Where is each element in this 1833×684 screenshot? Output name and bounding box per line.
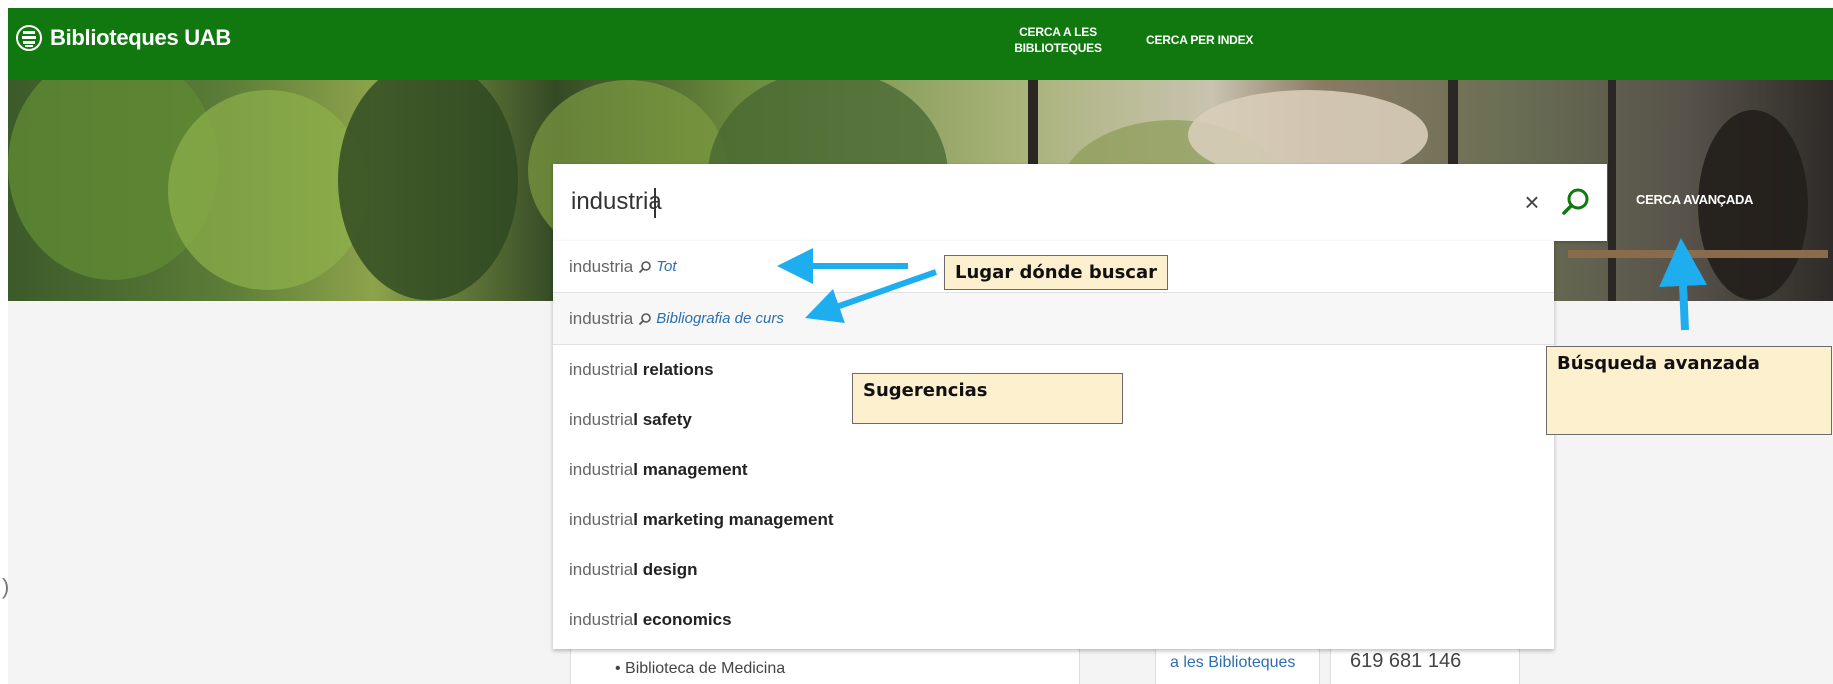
suggestion-completion: l safety xyxy=(633,410,692,429)
search-box: × xyxy=(553,164,1607,241)
annotation-scope: Lugar dónde buscar xyxy=(944,255,1168,290)
suggestion-prefix: industria xyxy=(569,510,634,529)
site-logo[interactable]: Biblioteques UAB xyxy=(16,24,231,52)
scope-query: industria xyxy=(569,308,634,328)
suggestion-item[interactable]: industria l management xyxy=(553,445,1554,495)
suggestion-completion: l management xyxy=(633,460,748,479)
logo-text: Biblioteques UAB xyxy=(50,25,231,50)
suggestion-prefix: industria xyxy=(569,360,634,379)
suggestion-prefix: industria xyxy=(569,560,634,579)
suggestion-completion: l relations xyxy=(633,360,714,379)
bg-link[interactable]: a les Biblioteques xyxy=(1170,654,1295,672)
close-icon: × xyxy=(1524,187,1540,217)
nav-cerca-biblioteques[interactable]: CERCA A LES BIBLIOTEQUES xyxy=(1010,24,1106,56)
search-button[interactable] xyxy=(1556,182,1596,222)
suggestion-completion: l marketing management xyxy=(633,510,834,529)
scope-name: Tot xyxy=(656,258,677,275)
top-header: Biblioteques UAB CERCA A LES BIBLIOTEQUE… xyxy=(8,8,1833,80)
suggestions-dropdown: industria Tot industria Bibliografia de … xyxy=(553,241,1554,649)
suggestion-item[interactable]: industria l economics xyxy=(553,595,1554,645)
bg-fragment: ) xyxy=(2,574,10,599)
magnifier-icon xyxy=(639,312,652,325)
scope-name: Bibliografia de curs xyxy=(656,310,784,327)
text-caret xyxy=(654,188,656,218)
suggestion-item[interactable]: industria l marketing management xyxy=(553,495,1554,545)
suggestion-prefix: industria xyxy=(569,460,634,479)
suggestion-completion: l economics xyxy=(633,610,732,629)
bg-phone: 619 681 146 xyxy=(1350,650,1462,672)
scope-query: industria xyxy=(569,256,634,276)
search-input[interactable] xyxy=(571,182,1471,222)
clear-button[interactable]: × xyxy=(1517,186,1547,218)
nav-cerca-index[interactable]: CERCA PER INDEX xyxy=(1146,32,1253,48)
library-logo-icon xyxy=(16,25,42,51)
suggestion-prefix: industria xyxy=(569,410,634,429)
advanced-search-link[interactable]: CERCA AVANÇADA xyxy=(1636,192,1753,207)
annotation-suggestions: Sugerencias xyxy=(852,373,1123,424)
search-icon xyxy=(1562,188,1589,215)
magnifier-icon xyxy=(639,260,652,273)
annotation-advanced: Búsqueda avanzada xyxy=(1546,346,1832,435)
scope-option-bibliografia[interactable]: industria Bibliografia de curs xyxy=(553,293,1554,345)
main-nav: CERCA A LES BIBLIOTEQUES CERCA PER INDEX xyxy=(1010,24,1253,56)
bg-list-item[interactable]: • Biblioteca de Medicina xyxy=(615,660,785,678)
suggestion-item[interactable]: industria l design xyxy=(553,545,1554,595)
suggestion-prefix: industria xyxy=(569,610,634,629)
suggestion-completion: l design xyxy=(633,560,698,579)
